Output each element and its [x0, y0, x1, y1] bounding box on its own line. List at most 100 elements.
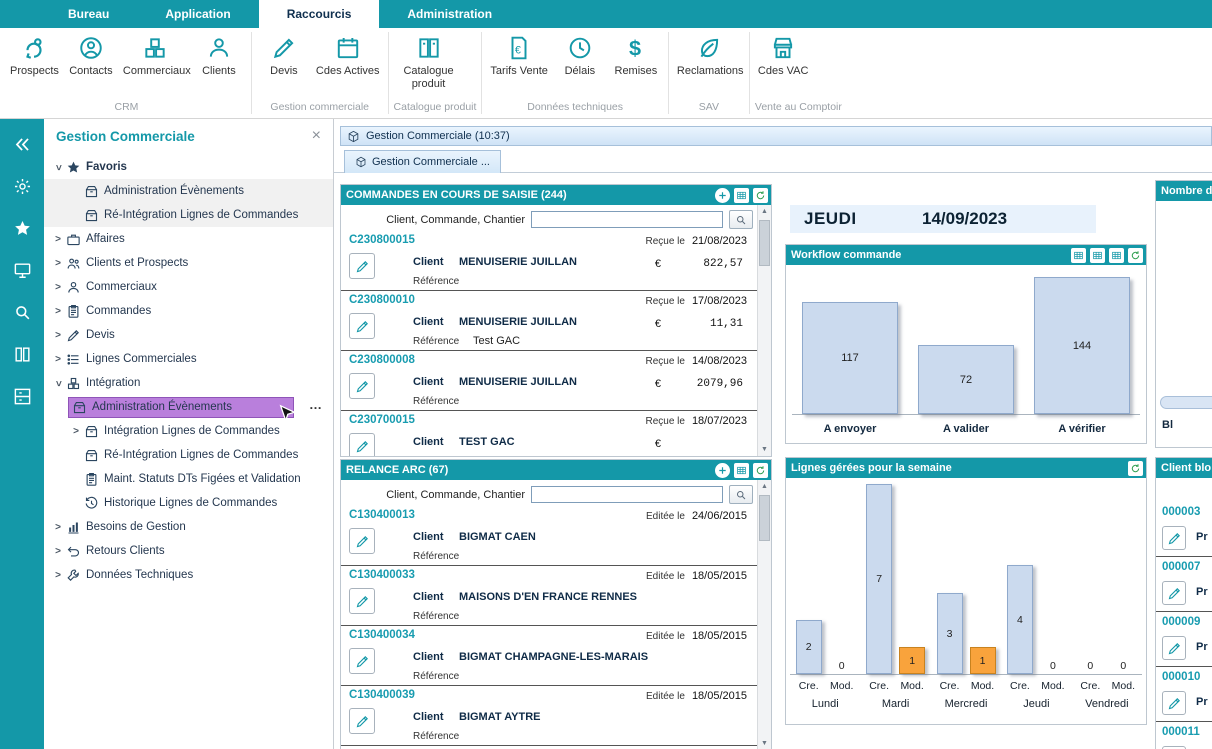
tabstrip: Gestion Commerciale ... [334, 148, 1212, 173]
edit-button[interactable] [349, 313, 375, 339]
refresh-button[interactable] [753, 188, 768, 203]
ribbon-cdes-vac[interactable]: Cdes VAC [755, 30, 812, 78]
ribbon-commerciaux[interactable]: Commerciaux [120, 30, 190, 78]
tree-item-commerciaux[interactable]: >Commerciaux [44, 275, 333, 299]
series-label: Mod. [1110, 680, 1136, 692]
menu-application[interactable]: Application [137, 0, 258, 28]
order-number: C130400034 [349, 629, 415, 641]
ribbon-devis[interactable]: Devis [257, 30, 311, 78]
tree-item-historique-lignes-de-commandes[interactable]: Historique Lignes de Commandes [44, 491, 333, 515]
close-icon[interactable]: × [312, 127, 321, 145]
tree-item-favoris[interactable]: >Favoris [44, 155, 333, 179]
menu-administration[interactable]: Administration [379, 0, 520, 28]
relance-panel-header: RELANCE ARC (67) [341, 460, 771, 480]
weekday-label: JEUDI [804, 209, 922, 229]
tab-gestion-commerciale[interactable]: Gestion Commerciale ... [344, 150, 501, 173]
strip-shelf-button[interactable] [9, 383, 35, 409]
week-bar-cre: 7 [866, 484, 892, 674]
relance-search-input[interactable] [531, 486, 723, 503]
tree-item-label: Affaires [86, 233, 125, 245]
grid-button[interactable] [1109, 248, 1124, 263]
edit-button[interactable] [349, 588, 375, 614]
ribbon-cdes-actives[interactable]: Cdes Actives [313, 30, 383, 78]
scroll-thumb[interactable] [759, 495, 770, 541]
edit-button[interactable] [349, 433, 375, 456]
tree-item-administration-v-nements[interactable]: Administration Évènements [44, 179, 333, 203]
ribbon-tarifs-vente[interactable]: Tarifs Vente [487, 30, 550, 78]
strip-monitor-button[interactable] [9, 257, 35, 283]
briefcase-icon [66, 232, 81, 247]
strip-columns-button[interactable] [9, 341, 35, 367]
tree-item-donn-es-techniques[interactable]: >Données Techniques [44, 563, 333, 587]
grid-icon [736, 465, 747, 476]
menu-bureau[interactable]: Bureau [40, 0, 137, 28]
relance-scrollbar[interactable]: ▲ ▼ [757, 480, 771, 749]
grid-button[interactable] [1071, 248, 1086, 263]
strip-gear-button[interactable] [9, 173, 35, 199]
week-panel-title: Lignes gérées pour la semaine [791, 462, 1124, 474]
ribbon-d-lais[interactable]: Délais [553, 30, 607, 78]
tree-item-int-gration[interactable]: >Intégration [44, 371, 333, 395]
tree-item-clients-et-prospects[interactable]: >Clients et Prospects [44, 251, 333, 275]
edit-button[interactable] [349, 373, 375, 399]
scroll-up-icon[interactable]: ▲ [758, 480, 771, 493]
grid-button[interactable] [734, 463, 749, 478]
refresh-button[interactable] [1128, 461, 1143, 476]
scroll-up-icon[interactable]: ▲ [758, 205, 771, 218]
grid-button[interactable] [734, 188, 749, 203]
tree-item-retours-clients[interactable]: >Retours Clients [44, 539, 333, 563]
tree-item-affaires[interactable]: >Affaires [44, 227, 333, 251]
refresh-button[interactable] [1128, 248, 1143, 263]
strip-chevrons-left-button[interactable] [9, 131, 35, 157]
chevron-open-icon: > [53, 159, 64, 175]
add-button[interactable] [715, 463, 730, 478]
menu-raccourcis[interactable]: Raccourcis [259, 0, 380, 28]
pencil-icon [355, 319, 370, 334]
add-button[interactable] [715, 188, 730, 203]
ribbon-catalogue-produit[interactable]: Catalogue produit [394, 30, 464, 90]
horizontal-bar-label: Bl [1162, 419, 1173, 431]
edit-button[interactable] [349, 648, 375, 674]
tree-item-lignes-commerciales[interactable]: >Lignes Commerciales [44, 347, 333, 371]
scroll-down-icon[interactable]: ▼ [758, 443, 771, 456]
date-label: Editée le [646, 691, 685, 702]
orders-scrollbar[interactable]: ▲ ▼ [757, 205, 771, 456]
edit-button[interactable] [349, 528, 375, 554]
grid-button[interactable] [1090, 248, 1105, 263]
tree-item-administration-v-nements[interactable]: Administration Évènements… [44, 395, 333, 419]
edit-button[interactable] [1162, 636, 1186, 660]
tree-item-r-int-gration-lignes-de-commandes[interactable]: Ré-Intégration Lignes de Commandes [44, 443, 333, 467]
ribbon-prospects[interactable]: Prospects [7, 30, 62, 78]
tree-item-besoins-de-gestion[interactable]: >Besoins de Gestion [44, 515, 333, 539]
amount-value: 2079,96 [697, 378, 743, 390]
currency-symbol: € [655, 258, 661, 270]
edit-button[interactable] [1162, 581, 1186, 605]
scroll-down-icon[interactable]: ▼ [758, 737, 771, 749]
leaf-icon [696, 35, 722, 61]
tree-item-int-gration-lignes-de-commandes[interactable]: >Intégration Lignes de Commandes [44, 419, 333, 443]
tree-item-commandes[interactable]: >Commandes [44, 299, 333, 323]
tree-item-maint-statuts-dts-fig-es-et-validation[interactable]: Maint. Statuts DTs Figées et Validation [44, 467, 333, 491]
add-icon [717, 190, 728, 201]
more-options-button[interactable]: … [309, 397, 323, 412]
axis-label: Vendredi [1072, 698, 1142, 710]
blocked-client-row: 000007Pr [1156, 557, 1212, 612]
refresh-button[interactable] [753, 463, 768, 478]
tree-item-r-int-gration-lignes-de-commandes[interactable]: Ré-Intégration Lignes de Commandes [44, 203, 333, 227]
orders-search-input[interactable] [531, 211, 723, 228]
relance-search-button[interactable] [729, 485, 753, 504]
edit-button[interactable] [349, 253, 375, 279]
strip-search-button[interactable] [9, 299, 35, 325]
scroll-thumb[interactable] [759, 220, 770, 266]
ribbon-clients[interactable]: Clients [192, 30, 246, 78]
edit-button[interactable] [1162, 526, 1186, 550]
ribbon-reclamations[interactable]: Reclamations [674, 30, 744, 78]
ribbon-contacts[interactable]: Contacts [64, 30, 118, 78]
edit-button[interactable] [1162, 691, 1186, 715]
nombre-panel-title: Nombre d [1161, 185, 1212, 197]
orders-search-button[interactable] [729, 210, 753, 229]
tree-item-devis[interactable]: >Devis [44, 323, 333, 347]
ribbon-remises[interactable]: Remises [609, 30, 663, 78]
edit-button[interactable] [349, 708, 375, 734]
strip-star-button[interactable] [9, 215, 35, 241]
